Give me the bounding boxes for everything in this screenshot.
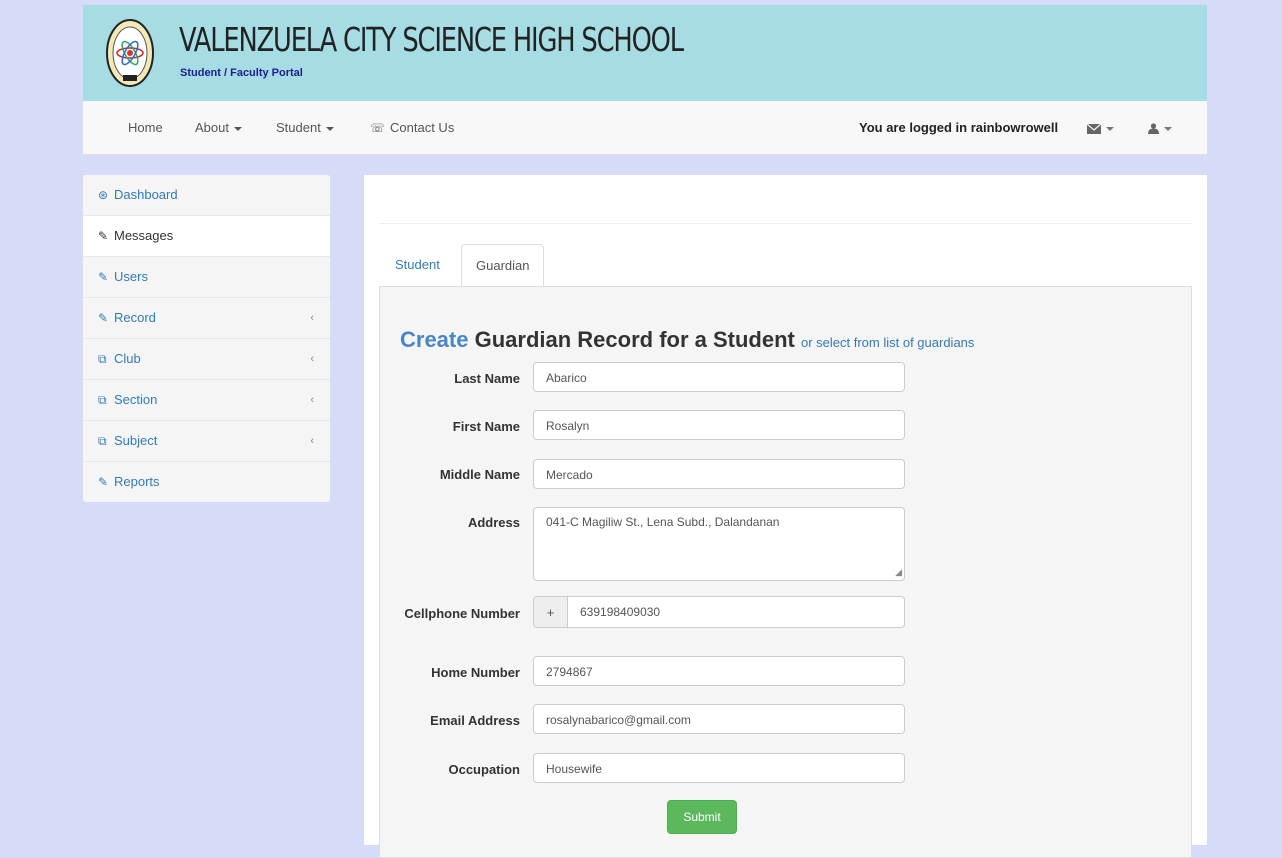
sidebar: ⊛ Dashboard ✎ Messages ✎ Users ✎ Record ‹ ⧉ Cl…	[83, 175, 330, 502]
address-label: Address	[467, 515, 520, 530]
edit-icon: ✎	[98, 229, 109, 243]
occupation-field[interactable]: Housewife	[533, 753, 905, 783]
form-title: Create Guardian Record for a Student or …	[400, 327, 974, 353]
sidebar-item-dashboard[interactable]: ⊛ Dashboard	[83, 175, 330, 216]
tab-student[interactable]: Student	[381, 244, 454, 286]
guardian-form-panel: Create Guardian Record for a Student or …	[379, 286, 1192, 858]
phone-icon: ☏	[370, 121, 386, 135]
title-text: Guardian Record for a Student	[474, 327, 795, 352]
copy-icon: ⧉	[98, 434, 107, 448]
sidebar-item-subject[interactable]: ⧉ Subject ‹	[83, 421, 330, 462]
divider	[379, 223, 1192, 224]
portal-subtitle: Student / Faculty Portal	[180, 67, 303, 79]
first-name-field[interactable]: Rosalyn	[533, 410, 905, 440]
school-seal-logo	[105, 17, 155, 89]
nav-about-label: About	[195, 120, 229, 135]
sidebar-item-reports[interactable]: ✎ Reports	[83, 462, 330, 502]
nav-student-label: Student	[276, 120, 321, 135]
sidebar-item-club[interactable]: ⧉ Club ‹	[83, 339, 330, 380]
caret-down-icon	[233, 126, 242, 131]
sidebar-item-label: Messages	[114, 228, 174, 243]
caret-down-icon	[1164, 126, 1172, 131]
sidebar-item-label: Subject	[114, 433, 158, 448]
caret-down-icon	[325, 126, 334, 131]
copy-icon: ⧉	[98, 352, 107, 366]
edit-icon: ✎	[98, 475, 109, 489]
sidebar-item-record[interactable]: ✎ Record ‹	[83, 298, 330, 339]
home-number-field[interactable]: 2794867	[533, 656, 905, 686]
nav-student-dropdown[interactable]: Student	[276, 101, 334, 154]
sidebar-item-label: Dashboard	[114, 187, 178, 202]
chevron-left-icon: ‹	[310, 435, 314, 447]
cellphone-prefix: +	[533, 596, 568, 628]
nav-contact-label: Contact Us	[390, 120, 455, 135]
nav-contact-link[interactable]: ☏ Contact Us	[370, 101, 454, 154]
navbar: Home About Student ☏ Contact Us You are l…	[83, 101, 1207, 155]
school-name: VALENZUELA CITY SCIENCE HIGH SCHOOL	[179, 20, 684, 59]
nav-about-dropdown[interactable]: About	[195, 101, 242, 154]
tab-guardian[interactable]: Guardian	[461, 244, 545, 287]
sidebar-item-label: Record	[114, 310, 156, 325]
chevron-left-icon: ‹	[310, 312, 314, 324]
envelope-icon	[1086, 123, 1102, 134]
copy-icon: ⧉	[98, 393, 107, 407]
main-content: Student Guardian Create Guardian Record …	[364, 175, 1207, 858]
sidebar-item-messages[interactable]: ✎ Messages	[83, 216, 330, 257]
sidebar-item-users[interactable]: ✎ Users	[83, 257, 330, 298]
logged-in-status: You are logged in rainbowrowell	[859, 120, 1059, 135]
home-number-label: Home Number	[431, 665, 520, 680]
middle-name-label: Middle Name	[439, 467, 520, 482]
cellphone-label: Cellphone Number	[404, 606, 520, 621]
caret-down-icon	[1106, 126, 1114, 131]
last-name-label: Last Name	[454, 371, 520, 386]
address-field[interactable]: 041-C Magiliw St., Lena Subd., Dalandana…	[533, 507, 905, 581]
sidebar-item-label: Users	[114, 269, 148, 284]
chevron-left-icon: ‹	[310, 353, 314, 365]
sidebar-item-label: Section	[114, 392, 158, 407]
dashboard-icon: ⊛	[98, 188, 109, 202]
messages-dropdown[interactable]	[1086, 101, 1114, 154]
title-create: Create	[400, 327, 469, 352]
last-name-field[interactable]: Abarico	[533, 362, 905, 392]
first-name-label: First Name	[452, 419, 520, 434]
occupation-label: Occupation	[448, 762, 520, 777]
email-label: Email Address	[430, 713, 520, 728]
submit-button[interactable]: Submit	[667, 800, 737, 834]
select-guardians-link[interactable]: or select from list of guardians	[801, 335, 974, 350]
nav-home-link[interactable]: Home	[128, 101, 163, 154]
site-header: VALENZUELA CITY SCIENCE HIGH SCHOOL Stud…	[83, 5, 1207, 101]
middle-name-field[interactable]: Mercado	[533, 459, 905, 489]
cellphone-field[interactable]: 639198409030	[567, 596, 905, 628]
user-dropdown[interactable]	[1148, 101, 1172, 154]
address-value: 041-C Magiliw St., Lena Subd., Dalandana…	[546, 515, 780, 529]
sidebar-item-label: Reports	[114, 474, 160, 489]
edit-icon: ✎	[98, 311, 109, 325]
sidebar-item-section[interactable]: ⧉ Section ‹	[83, 380, 330, 421]
resize-handle-icon[interactable]: ◢	[895, 567, 902, 578]
record-tabs: Student Guardian	[379, 244, 1192, 287]
email-field[interactable]: rosalynabarico@gmail.com	[533, 704, 905, 734]
edit-icon: ✎	[98, 270, 109, 284]
sidebar-item-label: Club	[114, 351, 141, 366]
user-icon	[1148, 123, 1159, 135]
chevron-left-icon: ‹	[310, 394, 314, 406]
